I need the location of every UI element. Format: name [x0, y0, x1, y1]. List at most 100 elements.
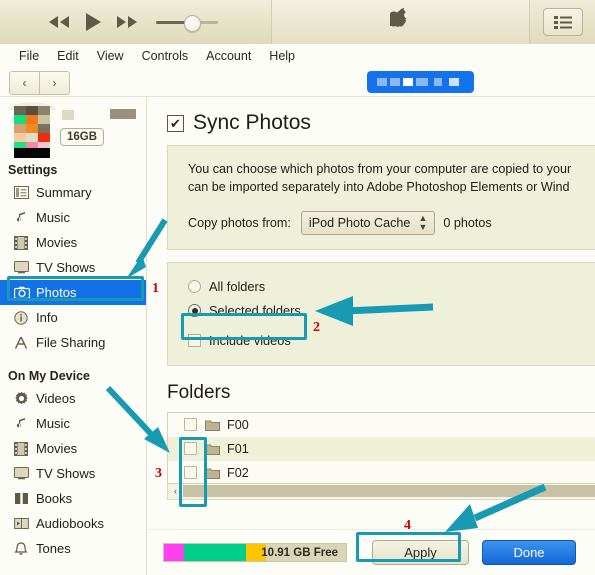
back-button[interactable]: ‹: [9, 71, 40, 95]
film-icon: [14, 441, 36, 456]
step-number-3: 3: [155, 466, 162, 481]
horizontal-scroll-thumb[interactable]: [183, 484, 595, 497]
sidebar: 16GB Settings Summary Music Movies TV Sh…: [0, 97, 147, 575]
sidebar-item-audiobooks[interactable]: Audiobooks: [0, 511, 146, 536]
sync-photos-checkbox[interactable]: ✔: [167, 114, 184, 132]
include-videos-checkbox[interactable]: [188, 334, 201, 347]
menu-controls[interactable]: Controls: [133, 49, 198, 63]
list-item[interactable]: F00: [168, 413, 595, 437]
folders-listbox[interactable]: F00 F01 F02 ⌃: [167, 411, 595, 484]
menu-view[interactable]: View: [88, 49, 133, 63]
free-space-label: 10.91 GB Free: [261, 546, 338, 559]
folder-name: F02: [227, 465, 249, 480]
sidebar-item-videos[interactable]: Videos: [0, 386, 146, 411]
device-thumbnail: [8, 102, 56, 158]
sidebar-item-label: Movies: [36, 235, 78, 250]
menu-help[interactable]: Help: [260, 49, 304, 63]
copy-photos-from-row: Copy photos from: iPod Photo Cache ▲ ▼ 0 …: [188, 210, 595, 235]
all-folders-radio[interactable]: [188, 280, 201, 293]
placeholder-block-small: [62, 110, 74, 120]
folder-checkbox[interactable]: [184, 418, 197, 431]
menu-edit[interactable]: Edit: [48, 49, 88, 63]
all-folders-label: All folders: [209, 279, 266, 294]
tv-icon: [14, 467, 36, 480]
list-view-icon[interactable]: [542, 8, 583, 36]
capacity-segment-photos: [164, 544, 184, 561]
music-note-icon: [14, 211, 36, 225]
rewind-icon[interactable]: [48, 15, 70, 29]
folder-name: F01: [227, 441, 249, 456]
nav-buttons: ‹ ›: [9, 71, 70, 95]
option-all-folders[interactable]: All folders: [188, 275, 595, 299]
sidebar-device-header: On My Device: [8, 369, 90, 383]
info-icon: [14, 310, 36, 325]
option-selected-folders[interactable]: Selected folders: [188, 299, 595, 323]
scroll-left-icon[interactable]: ‹: [168, 486, 183, 496]
sidebar-item-tones[interactable]: Tones: [0, 536, 146, 561]
menu-file[interactable]: File: [10, 49, 48, 63]
photos-pane: ✔ Sync Photos You can choose which photo…: [147, 97, 595, 575]
sidebar-item-summary[interactable]: Summary: [0, 180, 146, 205]
folder-checkbox[interactable]: [184, 466, 197, 479]
option-include-videos[interactable]: Include videos: [188, 329, 595, 353]
summary-icon: [14, 186, 36, 199]
chevron-updown-icon: ▲ ▼: [418, 212, 428, 232]
folders-horizontal-scrollbar[interactable]: ‹: [167, 483, 595, 500]
folder-options-panel: All folders Selected folders Include vid…: [167, 261, 595, 366]
folder-checkbox[interactable]: [184, 442, 197, 455]
sidebar-item-books[interactable]: Books: [0, 486, 146, 511]
selected-folders-radio[interactable]: [188, 304, 201, 317]
menubar: File Edit View Controls Account Help: [0, 44, 595, 67]
volume-slider[interactable]: [156, 15, 218, 32]
device-header: 16GB: [0, 97, 146, 159]
volume-knob[interactable]: [184, 15, 201, 32]
description-line-2: can be imported separately into Adobe Ph…: [188, 180, 570, 195]
folder-icon: [205, 443, 220, 455]
sidebar-item-label: TV Shows: [36, 260, 96, 275]
sidebar-item-device-movies[interactable]: Movies: [0, 436, 146, 461]
sidebar-item-tv-shows[interactable]: TV Shows: [0, 255, 146, 280]
play-icon[interactable]: [84, 12, 102, 32]
list-item[interactable]: F01: [168, 436, 595, 461]
sidebar-item-label: Music: [36, 210, 70, 225]
sidebar-item-label: Music: [36, 416, 70, 431]
done-button[interactable]: Done: [482, 540, 576, 565]
film-icon: [14, 235, 36, 250]
tv-icon: [14, 261, 36, 274]
sync-photos-row[interactable]: ✔ Sync Photos: [147, 97, 595, 145]
folder-icon: [205, 467, 220, 479]
menu-account[interactable]: Account: [197, 49, 260, 63]
itunes-window: File Edit View Controls Account Help ‹ ›: [0, 0, 595, 575]
apply-button[interactable]: Apply: [372, 540, 469, 565]
audiobook-icon: [14, 517, 36, 530]
player-toolbar: [0, 0, 595, 45]
copy-photos-from-select[interactable]: iPod Photo Cache ▲ ▼: [300, 210, 436, 235]
sidebar-item-info[interactable]: Info: [0, 305, 146, 330]
sidebar-item-device-music[interactable]: Music: [0, 411, 146, 436]
sidebar-item-device-tv-shows[interactable]: TV Shows: [0, 461, 146, 486]
sidebar-item-label: Videos: [36, 391, 76, 406]
sidebar-item-label: Movies: [36, 441, 78, 456]
sidebar-item-label: Summary: [36, 185, 92, 200]
list-item[interactable]: F02: [168, 461, 595, 483]
step-number-1: 1: [152, 281, 159, 296]
photo-count: 0 photos: [443, 215, 492, 230]
music-note-icon: [14, 417, 36, 431]
sidebar-item-file-sharing[interactable]: File Sharing: [0, 330, 146, 355]
status-display: [272, 0, 530, 44]
sidebar-item-label: Audiobooks: [36, 516, 104, 531]
fast-forward-icon[interactable]: [116, 15, 138, 29]
airdrop-icon: [14, 336, 36, 350]
sidebar-item-music[interactable]: Music: [0, 205, 146, 230]
step-number-4: 4: [404, 518, 411, 533]
copy-photos-from-label: Copy photos from:: [188, 215, 291, 230]
page-title: Sync Photos: [193, 111, 311, 134]
playback-controls: [0, 0, 272, 44]
folder-icon: [205, 419, 220, 431]
apple-logo-icon: [387, 7, 412, 37]
sidebar-item-photos[interactable]: Photos: [0, 280, 146, 305]
forward-button[interactable]: ›: [40, 71, 70, 95]
sidebar-item-movies[interactable]: Movies: [0, 230, 146, 255]
capacity-bar: 10.91 GB Free: [163, 543, 347, 562]
